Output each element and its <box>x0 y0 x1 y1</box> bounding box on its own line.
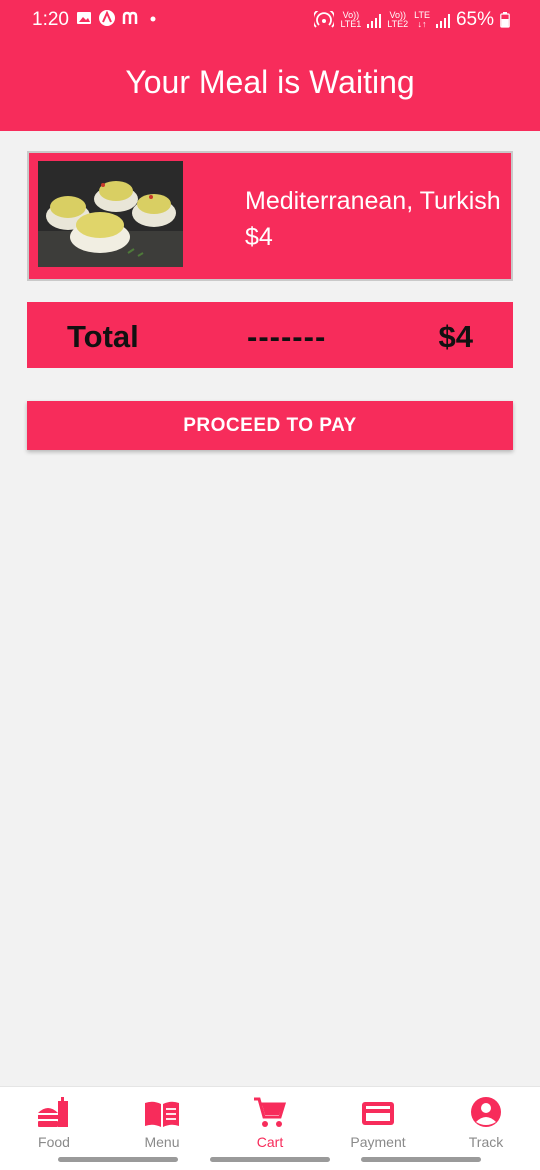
hotspot-icon <box>314 11 335 28</box>
signal-bars-icon <box>367 12 382 28</box>
cart-icon <box>254 1097 287 1127</box>
food-image <box>38 161 183 267</box>
signal-bars-icon <box>435 12 450 28</box>
app-a-icon <box>99 10 115 26</box>
gesture-bar-center <box>210 1157 330 1162</box>
nav-item-menu[interactable]: Menu <box>108 1087 216 1153</box>
gesture-bar-right <box>361 1157 481 1162</box>
nav-label-track: Track <box>468 1134 504 1150</box>
total-label: Total <box>67 319 139 354</box>
cart-item-card[interactable]: Mediterranean, Turkish $4 <box>27 151 513 281</box>
total-value: $4 <box>438 319 473 354</box>
nav-item-track[interactable]: Track <box>432 1087 540 1153</box>
proceed-to-pay-button[interactable]: PROCEED TO PAY <box>27 401 513 450</box>
page-title: Your Meal is Waiting <box>125 64 415 100</box>
nav-item-cart[interactable]: Cart <box>216 1087 324 1153</box>
battery-icon <box>500 12 510 28</box>
nav-label-cart: Cart <box>256 1134 284 1150</box>
credit-card-icon <box>362 1102 394 1125</box>
sim1-label: Vo)) LTE1 <box>340 10 362 29</box>
gesture-bar-left <box>58 1157 178 1162</box>
status-time: 1:20 <box>32 9 69 30</box>
sim2-label: Vo)) LTE2 <box>387 10 409 29</box>
nav-label-payment: Payment <box>350 1134 406 1150</box>
menu-book-icon <box>145 1101 179 1127</box>
notification-dot-icon <box>150 16 156 22</box>
item-name: Mediterranean, Turkish <box>245 187 501 215</box>
nav-label-menu: Menu <box>144 1134 180 1150</box>
gallery-icon <box>77 12 91 24</box>
total-summary: Total ------- $4 <box>27 302 513 368</box>
nav-item-food[interactable]: Food <box>0 1087 108 1153</box>
app-m-icon <box>122 11 138 24</box>
status-bar: 1:20 Vo)) LTE1 Vo)) LTE2 LTE ↓↑ 65% <box>0 0 540 40</box>
network-label: LTE ↓↑ <box>414 10 430 29</box>
account-circle-icon <box>471 1097 501 1127</box>
nav-item-payment[interactable]: Payment <box>324 1087 432 1153</box>
app-header: 1:20 Vo)) LTE1 Vo)) LTE2 LTE ↓↑ 65% Your Me… <box>0 0 540 131</box>
nav-label-food: Food <box>38 1134 70 1150</box>
battery-percent: 65% <box>455 9 494 30</box>
item-price: $4 <box>245 223 273 251</box>
fastfood-icon <box>38 1097 68 1127</box>
total-separator: ------- <box>247 319 327 354</box>
